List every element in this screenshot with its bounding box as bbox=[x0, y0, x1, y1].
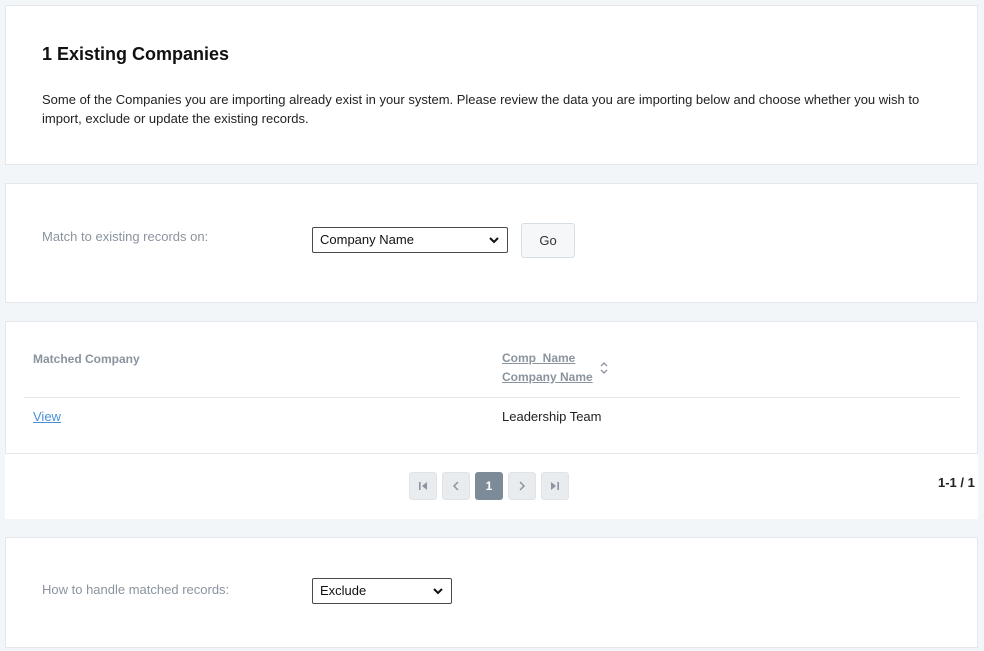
chevron-down-icon bbox=[489, 237, 499, 244]
table-cell-company-name: Leadership Team bbox=[502, 409, 602, 424]
last-page-button[interactable] bbox=[541, 472, 569, 500]
prev-page-icon bbox=[452, 481, 459, 491]
header-divider bbox=[24, 397, 960, 398]
current-page-button[interactable]: 1 bbox=[475, 472, 503, 500]
handle-label: How to handle matched records: bbox=[42, 582, 230, 597]
match-label: Match to existing records on: bbox=[42, 229, 209, 244]
handle-action-value: Exclude bbox=[320, 583, 367, 598]
column-header-company-name[interactable]: Comp_Name Company Name bbox=[502, 349, 593, 387]
next-page-button[interactable] bbox=[508, 472, 536, 500]
match-panel: Match to existing records on: Company Na… bbox=[5, 183, 978, 303]
sort-icon[interactable] bbox=[599, 360, 609, 376]
prev-page-button[interactable] bbox=[442, 472, 470, 500]
last-page-icon bbox=[551, 482, 559, 490]
first-page-icon bbox=[419, 482, 427, 490]
next-page-icon bbox=[519, 481, 526, 491]
page-title: 1 Existing Companies bbox=[42, 44, 230, 64]
match-field-select[interactable]: Company Name bbox=[312, 227, 508, 253]
column-header-matched-company: Matched Company bbox=[33, 352, 140, 366]
go-button[interactable]: Go bbox=[521, 223, 575, 258]
intro-panel: 1 Existing Companies Some of the Compani… bbox=[5, 5, 978, 165]
view-link[interactable]: View bbox=[33, 409, 61, 424]
match-field-value: Company Name bbox=[320, 232, 414, 247]
column-header-company-name-link[interactable]: Company Name bbox=[502, 368, 593, 387]
handle-action-select[interactable]: Exclude bbox=[312, 578, 452, 604]
first-page-button[interactable] bbox=[409, 472, 437, 500]
page-range: 1-1 / 1 bbox=[938, 475, 975, 490]
handle-panel: How to handle matched records: Exclude bbox=[5, 537, 978, 648]
chevron-down-icon bbox=[433, 588, 443, 595]
column-header-comp-name-link[interactable]: Comp_Name bbox=[502, 349, 593, 368]
matched-records-table: Matched Company Comp_Name Company Name V… bbox=[5, 321, 978, 454]
intro-description: Some of the Companies you are importing … bbox=[42, 92, 920, 126]
pagination: 1 bbox=[409, 472, 569, 500]
